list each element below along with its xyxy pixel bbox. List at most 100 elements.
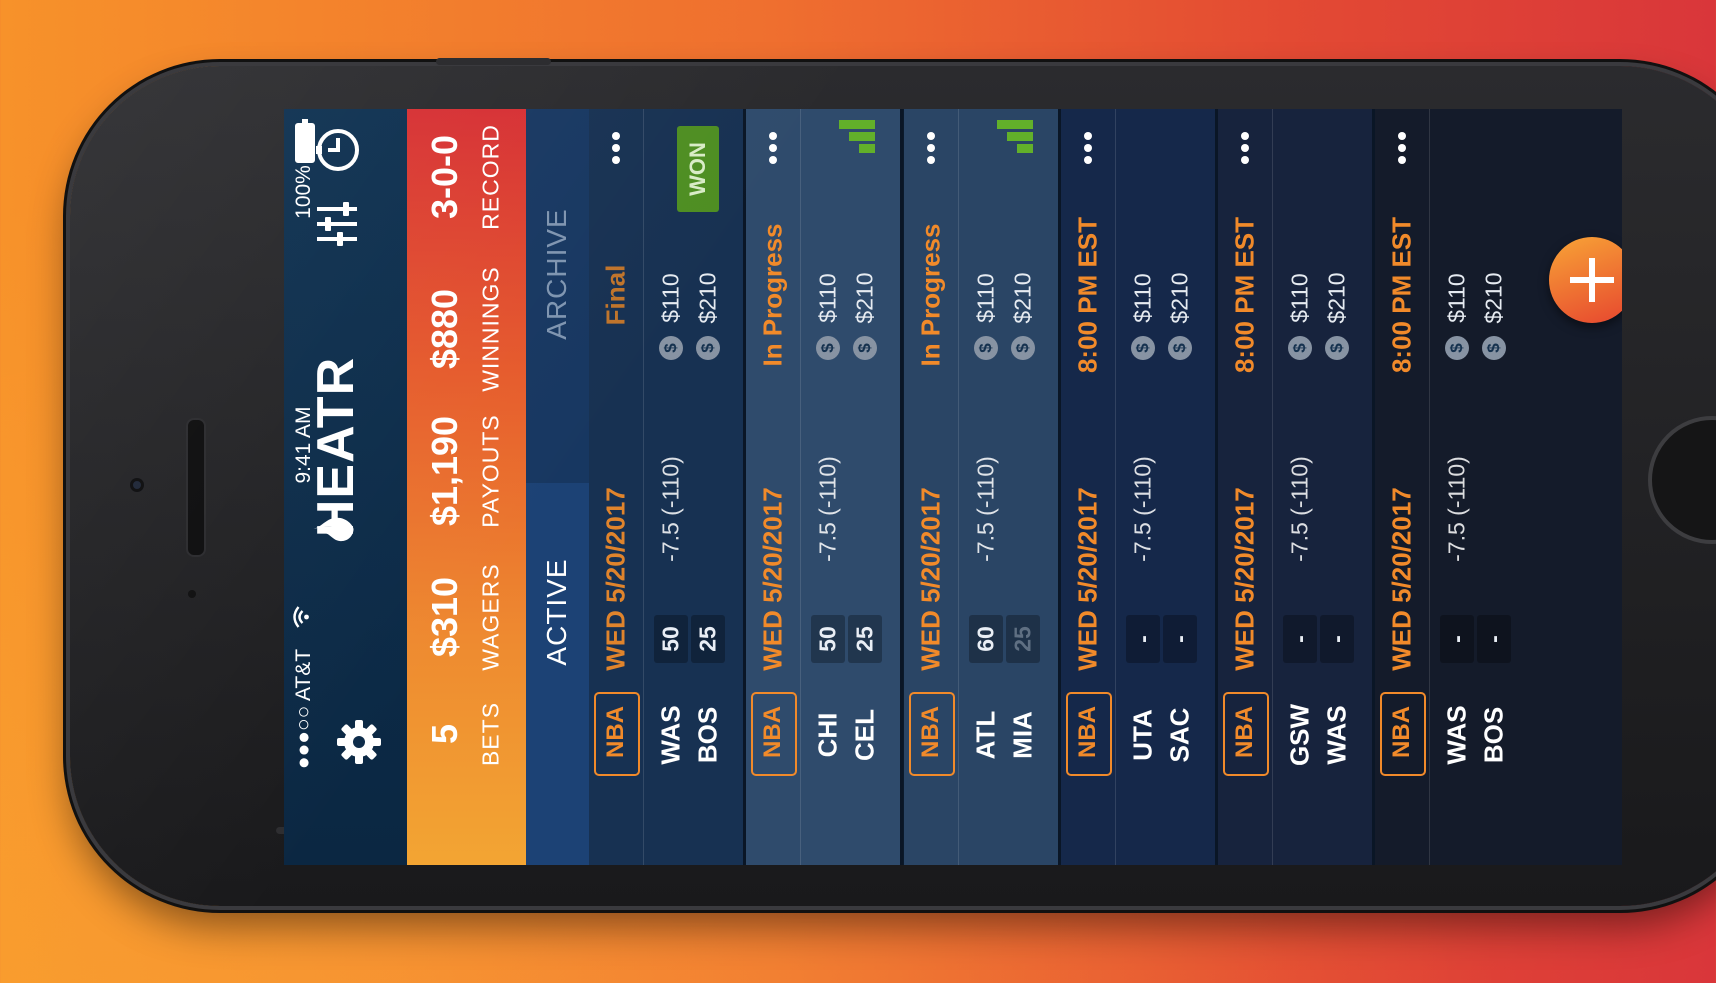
dollar-coin-icon: $	[1011, 336, 1035, 360]
dollar-coin-icon: $	[816, 336, 840, 360]
dollar-coin-icon: $	[659, 336, 683, 360]
wager-amount: $110	[1443, 273, 1470, 323]
battery-icon	[295, 119, 315, 163]
bet-date: WED 5/20/2017	[1072, 487, 1103, 671]
team-2: BOS	[1478, 706, 1509, 764]
score-2: 25	[694, 626, 721, 652]
more-options-icon[interactable]	[1083, 132, 1093, 166]
bet-line: -7.5 (-110)	[1129, 456, 1156, 562]
score-1: -	[1129, 635, 1156, 643]
dollar-coin-icon: $	[696, 336, 720, 360]
score-1: 50	[657, 626, 684, 652]
bet-status: 8:00 PM EST	[1072, 216, 1103, 374]
team-1: UTA	[1127, 709, 1158, 761]
tab-active-label[interactable]: ACTIVE	[541, 558, 573, 665]
payouts-value: $1,190	[424, 415, 465, 527]
record-label: RECORD	[477, 124, 504, 230]
sliders-icon[interactable]	[317, 201, 357, 247]
bet-date: WED 5/20/2017	[915, 487, 946, 671]
bet-status: In Progress	[757, 223, 788, 367]
bet-date: WED 5/20/2017	[1229, 487, 1260, 671]
app-screen: ●●●○○ AT&T 9:41 AM 100% HEATR 5 BETS $31…	[284, 109, 1622, 865]
team-2: SAC	[1164, 707, 1195, 763]
score-2: -	[1166, 635, 1193, 643]
dollar-coin-icon: $	[1131, 336, 1155, 360]
earpiece-speaker	[186, 418, 206, 557]
add-bet-button[interactable]	[1549, 237, 1622, 323]
score-2: -	[1323, 635, 1350, 643]
more-options-icon[interactable]	[926, 132, 936, 166]
dollar-coin-icon: $	[974, 336, 998, 360]
team-2: CEL	[849, 709, 880, 761]
bet-status: In Progress	[915, 223, 946, 367]
tab-active[interactable]	[526, 483, 589, 865]
card-row-divider	[958, 109, 959, 865]
card-row-divider	[1429, 109, 1430, 865]
tab-archive-label[interactable]: ARCHIVE	[541, 208, 573, 339]
league-label: NBA	[1231, 706, 1258, 758]
score-1: 60	[972, 626, 999, 652]
carrier-label: ●●●○○ AT&T	[292, 648, 315, 770]
summary-stats-bar: 5 BETS $310 WAGERS $1,190 PAYOUTS $880 W…	[407, 109, 526, 865]
bet-line: -7.5 (-110)	[814, 456, 841, 562]
more-options-icon[interactable]	[1240, 132, 1250, 166]
gear-icon[interactable]	[336, 719, 382, 765]
score-1: -	[1443, 635, 1470, 643]
dollar-coin-icon: $	[1168, 336, 1192, 360]
league-label: NBA	[917, 706, 944, 758]
team-2: WAS	[1321, 705, 1352, 765]
league-label: NBA	[759, 706, 786, 758]
team-2: BOS	[692, 706, 723, 764]
battery-percent: 100%	[292, 165, 315, 219]
league-label: NBA	[602, 706, 629, 758]
bet-line: -7.5 (-110)	[657, 456, 684, 562]
league-label: NBA	[1074, 706, 1101, 758]
more-options-icon[interactable]	[768, 132, 778, 166]
bets-label: BETS	[477, 701, 504, 767]
wager-amount: $110	[972, 273, 999, 323]
payout-amount: $210	[1166, 272, 1193, 324]
front-camera	[130, 478, 144, 492]
app-header: ●●●○○ AT&T 9:41 AM 100% HEATR	[284, 109, 407, 865]
bet-status: 8:00 PM EST	[1229, 216, 1260, 374]
team-2: MIA	[1007, 711, 1038, 759]
wifi-icon	[293, 606, 316, 628]
bet-status: Final	[600, 264, 631, 326]
dollar-coin-icon: $	[1482, 336, 1506, 360]
card-row-divider	[1272, 109, 1273, 865]
payout-amount: $210	[1480, 272, 1507, 324]
wager-amount: $110	[1286, 273, 1313, 323]
bets-count: 5	[424, 723, 465, 745]
bet-line: -7.5 (-110)	[1443, 456, 1470, 562]
clock-icon[interactable]	[314, 126, 362, 174]
winnings-value: $880	[424, 288, 465, 370]
app-title: HEATR	[307, 356, 365, 538]
more-options-icon[interactable]	[611, 132, 621, 166]
bet-date: WED 5/20/2017	[757, 487, 788, 671]
card-row-divider	[800, 109, 801, 865]
team-1: CHI	[812, 712, 843, 758]
wagers-value: $310	[424, 576, 465, 658]
dollar-coin-icon: $	[1288, 336, 1312, 360]
wagers-label: WAGERS	[477, 563, 504, 671]
bet-status: 8:00 PM EST	[1386, 216, 1417, 374]
card-divider	[900, 109, 903, 865]
score-1: 50	[814, 626, 841, 652]
bet-date: WED 5/20/2017	[1386, 487, 1417, 671]
score-1: -	[1286, 635, 1313, 643]
score-2: 25	[1009, 626, 1036, 652]
plus-icon	[1570, 258, 1614, 302]
dollar-coin-icon: $	[1445, 336, 1469, 360]
score-2: -	[1480, 635, 1507, 643]
score-2: 25	[851, 626, 878, 652]
power-button	[436, 58, 551, 65]
bet-line: -7.5 (-110)	[1286, 456, 1313, 562]
won-label: WON	[685, 142, 710, 196]
team-1: WAS	[655, 705, 686, 765]
bet-line: -7.5 (-110)	[972, 456, 999, 562]
payout-amount: $210	[694, 272, 721, 324]
payout-amount: $210	[1009, 272, 1036, 324]
wager-amount: $110	[657, 273, 684, 323]
more-options-icon[interactable]	[1397, 132, 1407, 166]
payout-amount: $210	[1323, 272, 1350, 324]
